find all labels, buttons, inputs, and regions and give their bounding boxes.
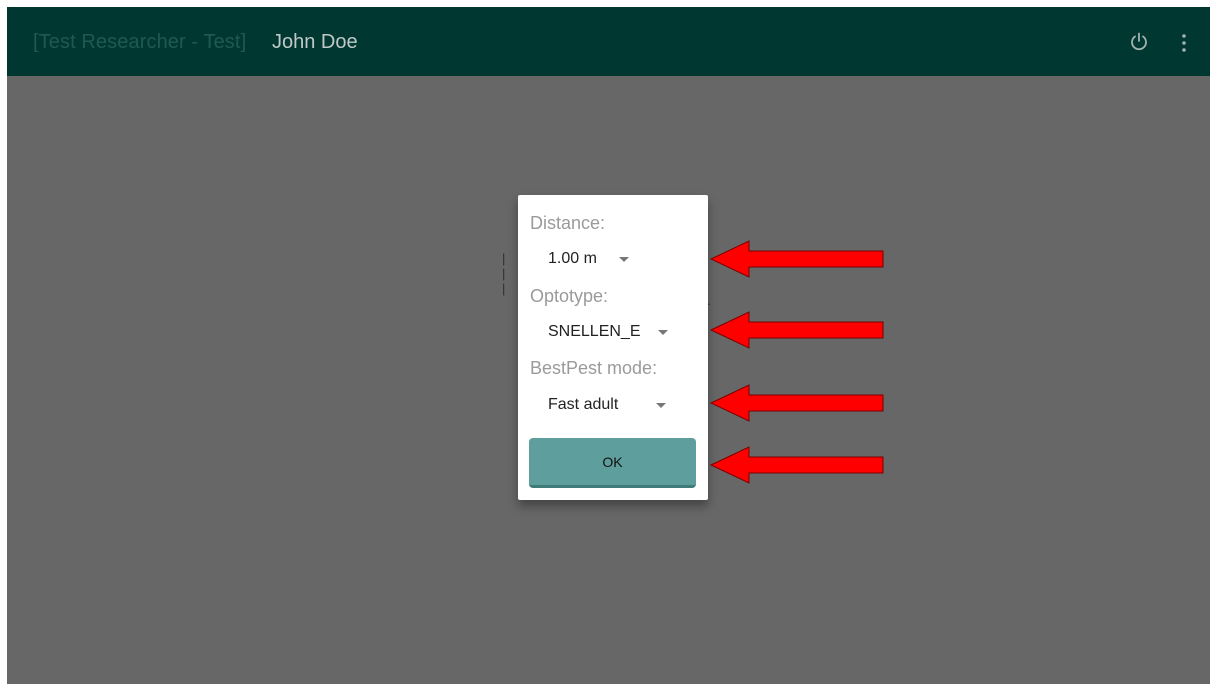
settings-dialog: Distance: 1.00 m Optotype: SNELLEN_E Bes… bbox=[518, 195, 708, 500]
bestpest-mode-value: Fast adult bbox=[548, 396, 619, 413]
app-bar-title-name: John Doe bbox=[272, 31, 358, 53]
distance-select[interactable]: 1.00 m bbox=[548, 250, 629, 268]
bestpest-mode-label: BestPest mode: bbox=[530, 358, 658, 378]
distance-value: 1.00 m bbox=[548, 250, 597, 267]
background-text-fragment: | bbox=[502, 281, 506, 296]
power-icon[interactable] bbox=[1129, 32, 1149, 52]
background-text-fragment: | bbox=[502, 266, 506, 281]
more-vert-icon[interactable] bbox=[1179, 33, 1189, 53]
distance-label: Distance: bbox=[530, 213, 606, 233]
bestpest-mode-select[interactable]: Fast adult bbox=[548, 396, 667, 414]
app-screen: [Test Researcher - Test] John Doe | | | … bbox=[7, 7, 1210, 684]
optotype-select[interactable]: SNELLEN_E bbox=[548, 323, 668, 341]
red-arrow-annotation bbox=[709, 384, 884, 422]
ok-button[interactable]: OK bbox=[529, 438, 696, 488]
red-arrow-annotation bbox=[709, 240, 884, 278]
dropdown-caret-icon bbox=[657, 329, 668, 335]
red-arrow-annotation bbox=[709, 311, 884, 349]
dropdown-caret-icon bbox=[618, 256, 629, 262]
app-bar: [Test Researcher - Test] John Doe bbox=[7, 7, 1210, 76]
optotype-value: SNELLEN_E bbox=[548, 323, 641, 340]
dropdown-caret-icon bbox=[656, 402, 667, 408]
background-text-fragment: | bbox=[502, 251, 506, 266]
app-bar-title-prefix: [Test Researcher - Test] bbox=[33, 31, 247, 53]
red-arrow-annotation bbox=[709, 446, 884, 484]
optotype-label: Optotype: bbox=[530, 286, 609, 306]
